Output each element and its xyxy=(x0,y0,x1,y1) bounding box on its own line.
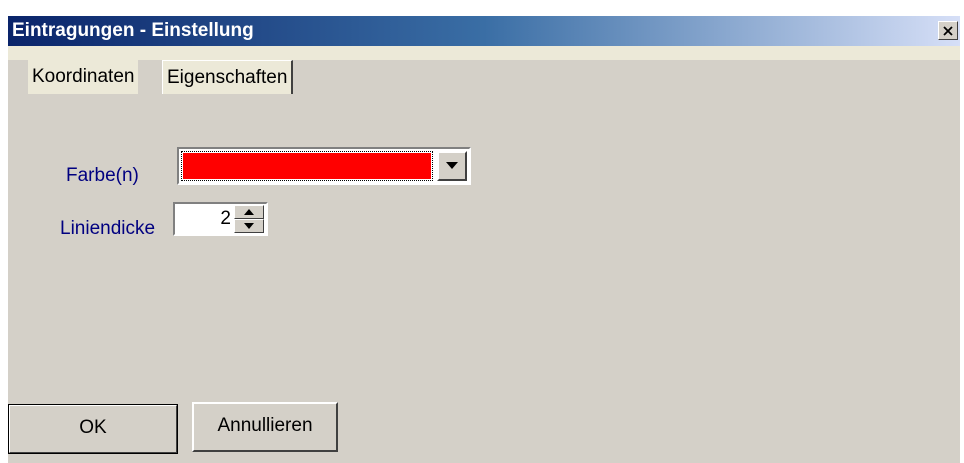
tab-row xyxy=(8,60,960,94)
line-width-label: Liniendicke xyxy=(60,218,156,239)
chevron-down-icon xyxy=(446,162,458,169)
line-width-value[interactable]: 2 xyxy=(177,206,231,232)
line-width-stepper[interactable]: 2 xyxy=(173,202,268,236)
close-icon xyxy=(943,25,953,36)
title-bar[interactable]: Eintragungen - Einstellung xyxy=(8,16,960,46)
color-swatch xyxy=(181,151,433,181)
spin-down-icon xyxy=(244,223,254,229)
tab-bar: Koordinaten Eigenschaften xyxy=(8,46,960,94)
cancel-button[interactable]: Annullieren xyxy=(192,402,338,452)
color-label: Farbe(n) xyxy=(66,165,139,186)
properties-panel: Farbe(n) Liniendicke 2 OK Annullieren xyxy=(8,94,960,463)
color-dropdown-button[interactable] xyxy=(437,151,467,181)
spin-up-button[interactable] xyxy=(234,205,264,219)
tab-eigenschaften[interactable]: Eigenschaften xyxy=(162,60,294,94)
spin-up-icon xyxy=(244,209,254,215)
close-button[interactable] xyxy=(938,21,958,40)
dialog-window: Eintragungen - Einstellung Koordinaten E… xyxy=(8,16,960,463)
tab-koordinaten[interactable]: Koordinaten xyxy=(28,60,139,94)
color-select[interactable] xyxy=(177,147,471,185)
window-title: Eintragungen - Einstellung xyxy=(12,20,254,41)
ok-button[interactable]: OK xyxy=(8,404,178,454)
spin-down-button[interactable] xyxy=(234,219,264,233)
